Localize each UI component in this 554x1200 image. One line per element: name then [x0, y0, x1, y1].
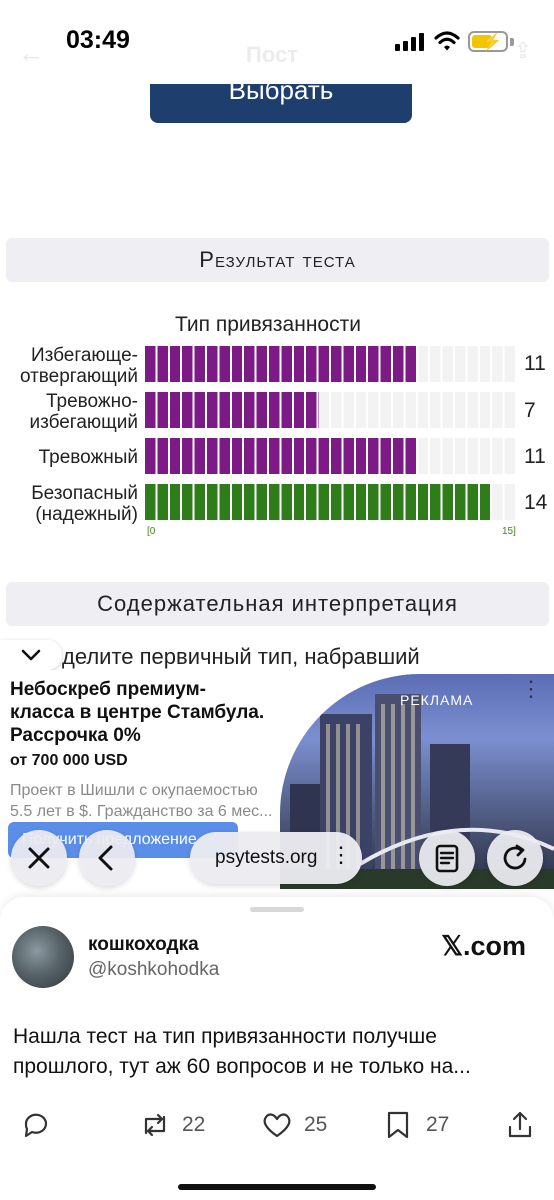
reply-icon	[24, 1113, 48, 1138]
chart-label-line: (надежный)	[35, 504, 138, 525]
bookmark-count: 27	[426, 1113, 450, 1136]
like-button[interactable]: 25	[260, 1109, 340, 1141]
retweet-button[interactable]: 22	[138, 1109, 218, 1141]
x-logo: 𝕏.com	[441, 931, 526, 961]
back-icon	[98, 845, 113, 871]
signal-icon	[395, 33, 425, 51]
chart-label-line: избегающий	[29, 412, 138, 433]
chart-row-label: Безопасный (надежный)	[0, 483, 138, 525]
retweet-icon	[144, 1113, 166, 1137]
close-icon	[28, 847, 50, 869]
ad-title[interactable]: Небоскреб премиум-класса в центре Стамбу…	[10, 678, 270, 747]
chart-label-line: Тревожно-	[45, 391, 138, 412]
chart-label-line: Тревожный	[38, 447, 138, 468]
more-vertical-icon[interactable]: ⋮	[520, 676, 542, 702]
wifi-icon	[434, 31, 460, 51]
bar-value-label: 14	[524, 491, 548, 514]
reload-icon	[503, 844, 527, 870]
bar-value-label: 7	[524, 399, 536, 422]
retweet-count: 22	[182, 1113, 206, 1136]
article-text: делите первичный тип, набравший	[62, 644, 420, 669]
bar	[145, 392, 319, 428]
like-count: 25	[304, 1113, 328, 1136]
reader-icon	[435, 844, 459, 873]
result-section-header: Результат теста	[6, 238, 549, 282]
close-tab-button[interactable]	[11, 830, 67, 886]
bar	[145, 346, 418, 382]
chart-row-label: Избегающе- отвергающий	[0, 345, 138, 387]
bar-track	[145, 392, 517, 428]
tweet-text[interactable]: Нашла тест на тип привязанности получше …	[13, 1022, 543, 1082]
axis-tick-label: 15]	[502, 526, 516, 537]
ad-price: от 700 000 USD	[10, 752, 128, 769]
author-handle[interactable]: @koshkohodka	[88, 959, 219, 981]
chart-row-label: Тревожно- избегающий	[0, 391, 138, 433]
url-text: psytests.org	[215, 847, 318, 868]
bar-track	[145, 484, 517, 520]
ad-description: Проект в Шишли с окупаемостью 5.5 лет в …	[10, 782, 273, 820]
ghost-page-title: Пост	[246, 42, 298, 67]
bar	[145, 438, 418, 474]
interpretation-section-header: Содержательная интерпретация	[6, 582, 549, 626]
reader-button[interactable]	[419, 830, 475, 886]
chart-label-line: отвергающий	[19, 366, 138, 387]
axis-tick-label: [0	[147, 526, 156, 537]
chevron-down-icon	[21, 649, 41, 661]
bar	[145, 484, 492, 520]
collapse-ad-button[interactable]	[0, 640, 62, 670]
share-icon	[508, 1111, 532, 1138]
share-button[interactable]	[504, 1109, 536, 1141]
status-bar: ← Пост ⇪ 03:49 ⚡	[0, 0, 554, 84]
ghost-share-icon: ⇪	[513, 38, 532, 63]
bar-track	[145, 438, 517, 474]
sheet-grabber[interactable]	[250, 907, 304, 912]
like-icon	[263, 1113, 291, 1138]
ad-label: РЕКЛАМА	[400, 692, 474, 708]
more-icon[interactable]: ⋮	[330, 842, 352, 868]
tweet-sheet: кошкоходка @koshkohodka 𝕏.com Нашла тест…	[0, 897, 554, 1200]
bar-value-label: 11	[524, 352, 546, 375]
bookmark-button[interactable]: 27	[382, 1109, 462, 1141]
bar-value-label: 11	[524, 445, 546, 468]
battery-icon: ⚡	[468, 31, 508, 52]
home-indicator[interactable]	[178, 1184, 376, 1190]
chart-label-line: Избегающе-	[30, 345, 138, 366]
author-name[interactable]: кошкоходка	[88, 934, 199, 956]
reload-button[interactable]	[487, 830, 543, 886]
chart-label-line: Безопасный	[31, 483, 138, 504]
chart-row-label: Тревожный	[0, 447, 138, 468]
avatar[interactable]	[12, 926, 74, 988]
bar-track	[145, 346, 517, 382]
status-time: 03:49	[66, 26, 130, 54]
reply-button[interactable]	[20, 1109, 60, 1141]
chart-title: Тип привязанности	[175, 313, 361, 336]
address-bar[interactable]: psytests.org ⋮	[190, 832, 362, 884]
bookmark-icon	[387, 1111, 409, 1139]
back-button[interactable]	[79, 830, 135, 886]
ghost-back-icon: ←	[18, 38, 44, 68]
battery-cap	[510, 38, 514, 46]
